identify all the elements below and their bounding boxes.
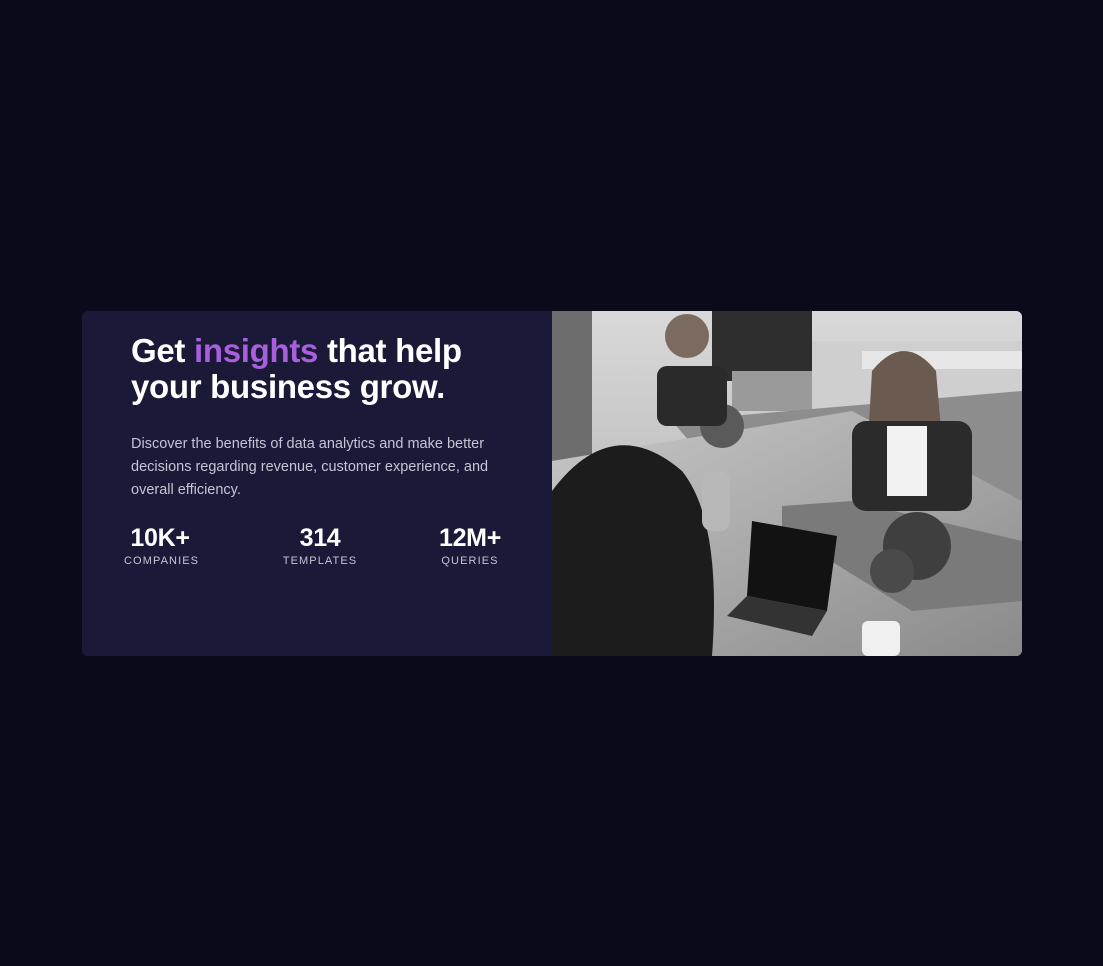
stats-preview-card: Get insights that help your business gro… xyxy=(82,311,1022,656)
stat-label: COMPANIES xyxy=(124,555,200,567)
card-content: Get insights that help your business gro… xyxy=(82,311,552,656)
description: Discover the benefits of data analytics … xyxy=(131,436,489,498)
stat-templates: 314 TEMPLATES xyxy=(280,523,360,567)
photo-illustration xyxy=(552,311,1022,656)
headline-accent: insights xyxy=(193,332,319,369)
stat-label: TEMPLATES xyxy=(282,555,358,567)
headline: Get insights that help your business gro… xyxy=(131,333,491,405)
office-team-photo xyxy=(552,311,1022,656)
stat-label: QUERIES xyxy=(441,555,499,567)
stat-value: 10K+ xyxy=(130,524,190,552)
stats-row: 10K+ COMPANIES 314 TEMPLATES 12M+ QUERIE… xyxy=(124,523,524,583)
stat-value: 314 xyxy=(299,524,341,552)
headline-start: Get xyxy=(131,332,194,369)
stat-value: 12M+ xyxy=(438,524,502,552)
stat-companies: 10K+ COMPANIES xyxy=(124,523,200,567)
stat-queries: 12M+ QUERIES xyxy=(436,523,504,567)
